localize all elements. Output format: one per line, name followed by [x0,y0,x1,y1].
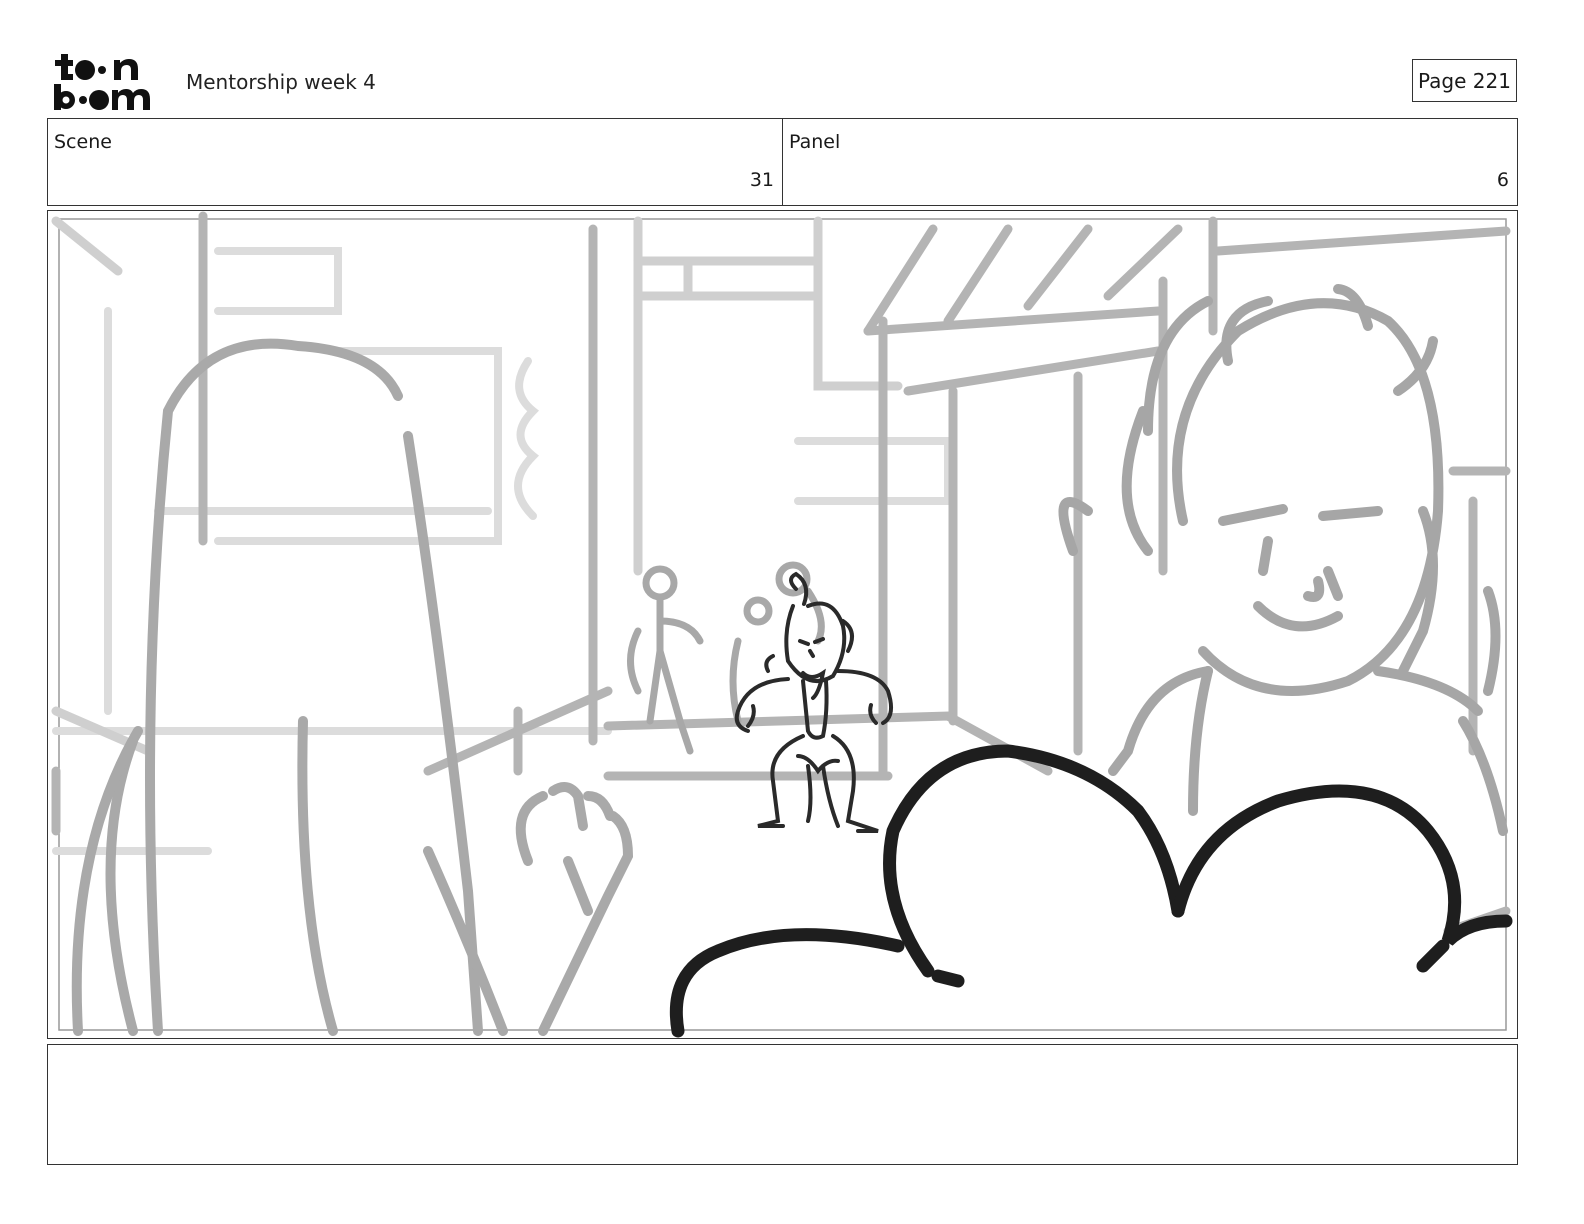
page-number-box: Page 221 [1412,59,1517,102]
panel-label: Panel [789,131,841,153]
storyboard-panel [47,210,1518,1039]
toonboom-logo [52,50,164,112]
panel-number: 6 [1496,169,1509,191]
panel-cell: Panel 6 [783,119,1517,205]
notes-box [47,1044,1518,1165]
document-title: Mentorship week 4 [186,70,376,94]
scene-label: Scene [54,131,112,153]
storyboard-sketch-illustration [51,211,1513,1038]
scene-number: 31 [749,169,774,191]
page-number: Page 221 [1418,68,1511,93]
scene-panel-info: Scene 31 Panel 6 [47,118,1518,206]
scene-cell: Scene 31 [48,119,783,205]
